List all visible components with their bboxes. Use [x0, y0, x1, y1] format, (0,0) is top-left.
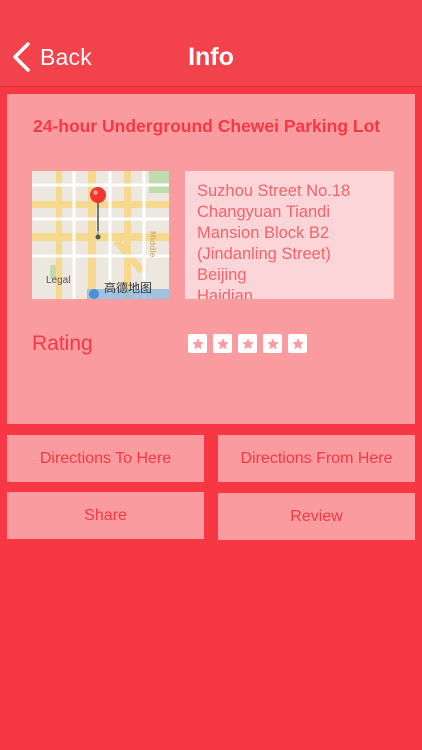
star-icon: [291, 337, 304, 349]
map-thumbnail[interactable]: Middle Legal 高德地图: [32, 171, 169, 299]
place-name: 24-hour Underground Chewei Parking Lot: [33, 116, 381, 136]
navigation-bar: Back Info: [0, 0, 422, 87]
page-title: Info: [188, 43, 234, 71]
directions-from-here-button[interactable]: Directions From Here: [218, 435, 415, 482]
star-icon: [241, 337, 254, 349]
rating-star-5[interactable]: [288, 334, 307, 353]
star-icon: [216, 337, 229, 349]
rating-stars[interactable]: [188, 334, 307, 353]
address-box: Suzhou Street No.18 Changyuan Tiandi Man…: [185, 171, 394, 299]
svg-text:Middle: Middle: [148, 231, 157, 258]
rating-star-3[interactable]: [238, 334, 257, 353]
share-button[interactable]: Share: [7, 492, 204, 539]
rating-star-2[interactable]: [213, 334, 232, 353]
place-info-card: 24-hour Underground Chewei Parking Lot M…: [7, 94, 415, 424]
review-button[interactable]: Review: [218, 493, 415, 540]
place-address: Suzhou Street No.18 Changyuan Tiandi Man…: [197, 182, 351, 299]
rating-star-1[interactable]: [188, 334, 207, 353]
star-icon: [266, 337, 279, 349]
rating-label: Rating: [32, 332, 93, 355]
map-legal-link[interactable]: Legal: [46, 275, 70, 286]
rating-star-4[interactable]: [263, 334, 282, 353]
map-provider-label: 高德地图: [104, 281, 153, 295]
star-icon: [191, 337, 204, 349]
directions-to-here-button[interactable]: Directions To Here: [7, 435, 204, 482]
